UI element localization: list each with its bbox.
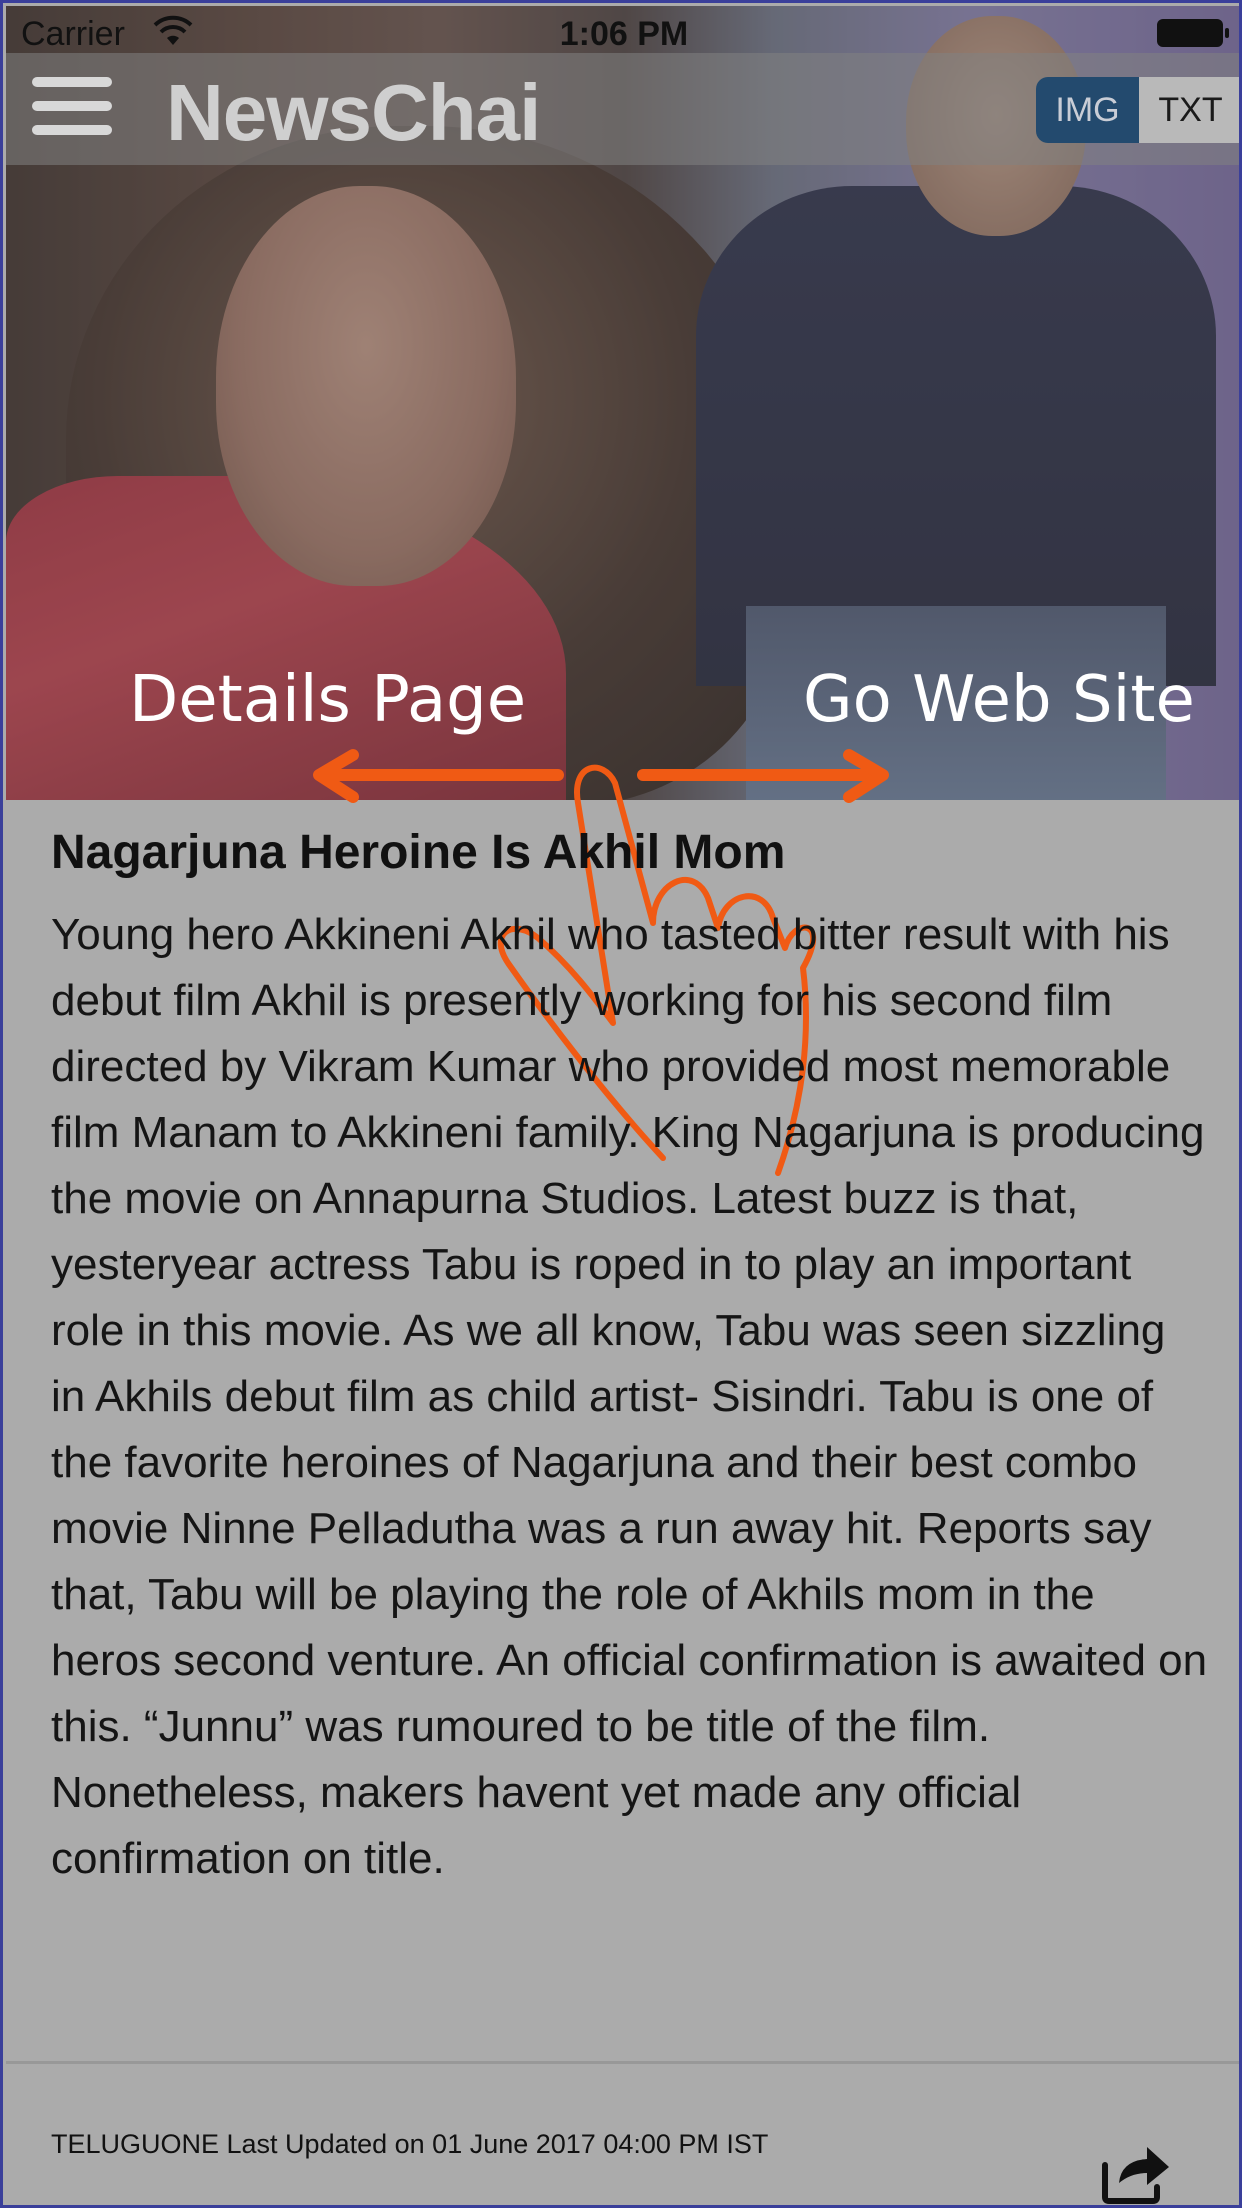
toggle-img-button[interactable]: IMG [1036,77,1139,143]
swipe-hint-go-web-site: Go Web Site [803,663,1195,737]
app-screen: Carrier 1:06 PM NewsChai IMG TXT Details… [0,0,1242,2208]
footer-divider [6,2061,1239,2064]
img-txt-toggle[interactable]: IMG TXT [1036,77,1239,143]
hamburger-menu-icon[interactable] [32,77,112,141]
toggle-txt-button[interactable]: TXT [1139,77,1239,143]
logo-text: NewsChai [166,68,541,157]
battery-icon [1157,19,1229,47]
top-navigation-bar: NewsChai IMG TXT [6,53,1239,165]
swipe-hint-details-page: Details Page [129,663,527,737]
article-meta: TELUGUONE Last Updated on 01 June 2017 0… [51,2129,769,2159]
clock: 1:06 PM [559,15,689,53]
article-title[interactable]: Nagarjuna Heroine Is Akhil Mom [51,825,1211,880]
share-icon[interactable] [1097,2139,1173,2205]
article-content: Nagarjuna Heroine Is Akhil Mom Young her… [51,825,1211,1892]
article-body: Young hero Akkineni Akhil who tasted bit… [51,910,1208,1883]
app-logo: NewsChai [166,67,541,159]
